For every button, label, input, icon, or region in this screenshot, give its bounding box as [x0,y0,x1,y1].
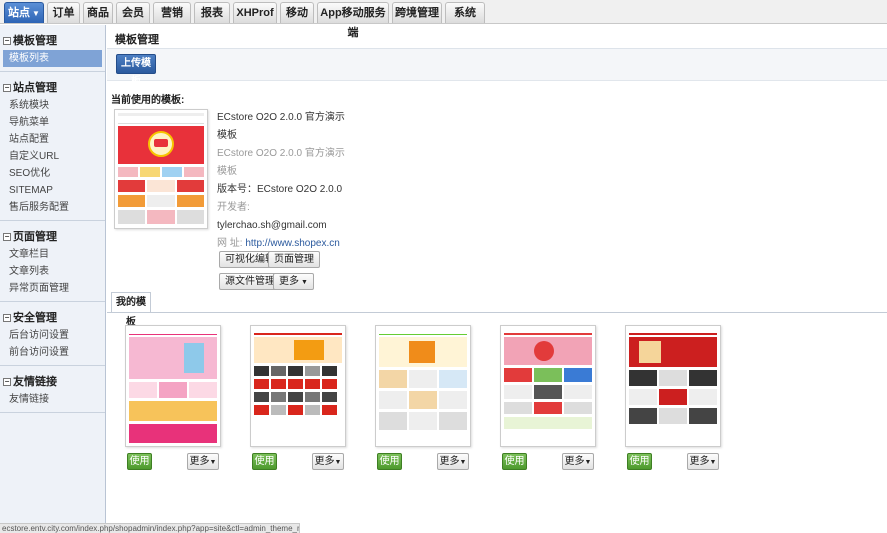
chevron-down-icon: ▼ [209,459,217,466]
upload-template-button[interactable]: 上传模板 [116,54,156,87]
collapse-icon[interactable]: − [3,314,11,322]
template-card: 使用 更多▼ [625,325,721,470]
sidebar: − 模板管理 模板列表 − 站点管理 系统模块 导航菜单 站点配置 自定义URL S… [0,25,106,525]
chevron-down-icon: ▼ [334,459,342,466]
sidebar-item-sitemap[interactable]: SITEMAP [0,182,105,199]
sidebar-group-title[interactable]: − 页面管理 [0,228,105,246]
collapse-icon[interactable]: − [3,84,11,92]
template-name-cont: 模板 [217,130,237,141]
template-card: 使用 更多▼ [500,325,596,470]
tab-members[interactable]: 会员 [116,2,150,23]
template-description-cont: 模板 [217,166,237,177]
chevron-down-icon: ▼ [301,279,308,286]
collapse-icon[interactable]: − [3,378,11,386]
tab-xhprof[interactable]: XHProf [233,2,277,23]
sidebar-item-site-config[interactable]: 站点配置 [0,131,105,148]
divider [107,312,887,313]
sidebar-item-template-list[interactable]: 模板列表 [3,50,102,67]
more-button[interactable]: 更多▼ [187,453,219,470]
sidebar-group-security: − 安全管理 后台访问设置 前台访问设置 [0,309,105,366]
use-template-button[interactable]: 使用 [377,453,402,470]
current-template-thumbnail [114,109,208,229]
tab-reports[interactable]: 报表 [194,2,230,23]
tab-app-mobile-server[interactable]: App移动服务端 [317,2,389,39]
template-card: 使用 更多▼ [125,325,221,470]
status-bar-url: ecstore.entv.city.com/index.php/shopadmi… [0,523,300,533]
more-button[interactable]: 更多▼ [687,453,719,470]
template-thumbnail[interactable] [500,325,596,447]
use-template-button[interactable]: 使用 [627,453,652,470]
current-template-info: ECstore O2O 2.0.0 官方演示 模板 ECstore O2O 2.… [217,109,377,253]
template-thumbnail[interactable] [250,325,346,447]
more-button[interactable]: 更多▼ [312,453,344,470]
more-button[interactable]: 更多▼ [562,453,594,470]
sidebar-item-frontend-access[interactable]: 前台访问设置 [0,344,105,361]
sidebar-item-article-columns[interactable]: 文章栏目 [0,246,105,263]
top-navigation: 站点 ▼ 订单 商品 会员 营销 报表 XHProf 移动 App移动服务端 跨境… [0,0,887,39]
developer-label: 开发者: [217,202,250,213]
template-card: 使用 更多▼ [375,325,471,470]
sidebar-group-site: − 站点管理 系统模块 导航菜单 站点配置 自定义URL SEO优化 SITEMA… [0,79,105,221]
sidebar-group-title[interactable]: − 安全管理 [0,309,105,327]
tab-orders[interactable]: 订单 [47,2,80,23]
sidebar-group-pages: − 页面管理 文章栏目 文章列表 异常页面管理 [0,228,105,302]
toolbar: 上传模板 [107,49,887,87]
url-label: 网 址: [217,238,243,249]
developer-email: tylerchao.sh@gmail.com [217,220,327,231]
collapse-icon[interactable]: − [3,233,11,241]
template-thumbnail[interactable] [625,325,721,447]
template-description: ECstore O2O 2.0.0 官方演示 [217,148,345,159]
sidebar-item-custom-url[interactable]: 自定义URL [0,148,105,165]
sidebar-item-nav-menu[interactable]: 导航菜单 [0,114,105,131]
sidebar-group-title[interactable]: − 友情链接 [0,373,105,391]
tab-marketing[interactable]: 营销 [153,2,191,23]
sidebar-item-after-sales[interactable]: 售后服务配置 [0,199,105,216]
template-thumbnail[interactable] [375,325,471,447]
use-template-button[interactable]: 使用 [252,453,277,470]
template-version: 版本号：ECstore O2O 2.0.0 [217,184,343,195]
tab-my-templates[interactable]: 我的模板 [111,292,151,328]
sidebar-group-links: − 友情链接 友情链接 [0,373,105,413]
sidebar-item-seo[interactable]: SEO优化 [0,165,105,182]
use-template-button[interactable]: 使用 [502,453,527,470]
tab-cross-border[interactable]: 跨境管理 [392,2,442,23]
sidebar-group-title[interactable]: − 模板管理 [0,32,105,50]
tab-products[interactable]: 商品 [83,2,113,23]
current-template-label: 当前使用的模板: [111,95,185,106]
template-name: ECstore O2O 2.0.0 官方演示 [217,112,345,123]
page-header: 模板管理 [107,25,887,49]
more-button[interactable]: 更多▼ [273,273,314,290]
sidebar-item-friend-links[interactable]: 友情链接 [0,391,105,408]
more-button[interactable]: 更多▼ [437,453,469,470]
main-content: 模板管理 上传模板 当前使用的模板: ECstore O2O 2.0.0 官方演… [107,25,887,525]
chevron-down-icon: ▼ [709,459,717,466]
tab-site[interactable]: 站点 ▼ [4,2,44,23]
collapse-icon[interactable]: − [3,37,11,45]
sidebar-item-article-list[interactable]: 文章列表 [0,263,105,280]
tab-mobile[interactable]: 移动 [280,2,314,23]
source-file-manage-button[interactable]: 源文件管理 [219,273,281,290]
chevron-down-icon: ▼ [459,459,467,466]
sidebar-group-title[interactable]: − 站点管理 [0,79,105,97]
sidebar-item-error-pages[interactable]: 异常页面管理 [0,280,105,297]
page-manage-button[interactable]: 页面管理 [268,251,320,268]
sidebar-item-backend-access[interactable]: 后台访问设置 [0,327,105,344]
template-url-link[interactable]: http://www.shopex.cn [245,238,340,249]
page-title: 模板管理 [115,34,159,46]
use-template-button[interactable]: 使用 [127,453,152,470]
tab-system[interactable]: 系统 [445,2,485,23]
chevron-down-icon: ▼ [32,9,40,18]
chevron-down-icon: ▼ [584,459,592,466]
sidebar-group-templates: − 模板管理 模板列表 [0,32,105,72]
sidebar-item-system-modules[interactable]: 系统模块 [0,97,105,114]
template-thumbnail[interactable] [125,325,221,447]
template-card: 使用 更多▼ [250,325,346,470]
